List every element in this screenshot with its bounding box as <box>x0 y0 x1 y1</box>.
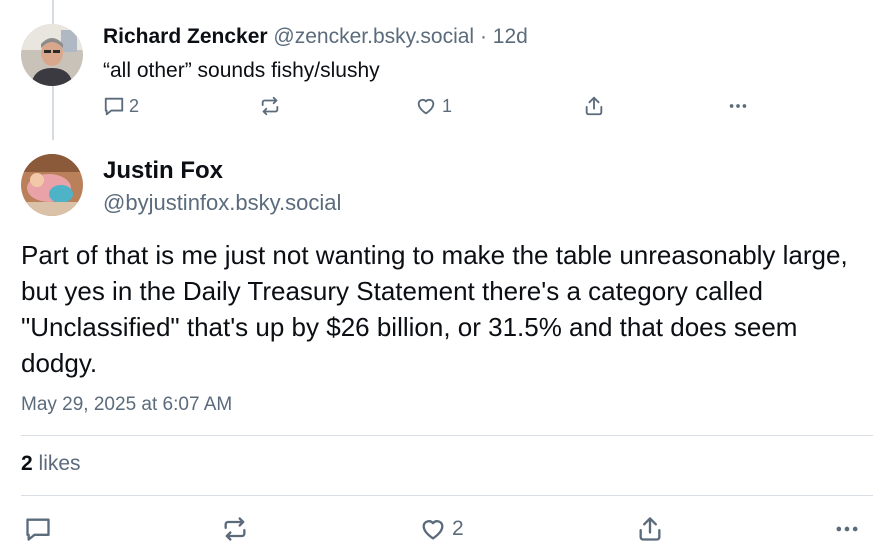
comment-bubble-icon <box>103 95 125 117</box>
likes-count: 2 <box>21 452 33 475</box>
likes-label: likes <box>38 452 81 475</box>
post-author-handle[interactable]: @byjustinfox.bsky.social <box>103 189 341 217</box>
likes-summary[interactable]: 2 likes <box>21 452 81 476</box>
reply-share-button[interactable] <box>583 95 605 117</box>
ellipsis-icon <box>726 95 750 117</box>
heart-icon <box>414 95 438 117</box>
reply-more-button[interactable] <box>726 95 750 117</box>
post-body-text: Part of that is me just not wanting to m… <box>21 240 848 378</box>
share-upload-icon <box>636 515 664 543</box>
avatar-richard-zencker[interactable] <box>21 24 83 86</box>
share-upload-icon <box>583 95 605 117</box>
parent-reply[interactable]: Richard Zencker @zencker.bsky.social · 1… <box>0 0 884 140</box>
repost-arrows-icon <box>258 95 282 117</box>
reply-age[interactable]: 12d <box>493 25 528 48</box>
reply-author-name[interactable]: Richard Zencker <box>103 25 268 48</box>
reply-like-button[interactable]: 1 <box>414 95 452 117</box>
heart-icon <box>418 515 448 543</box>
reply-like-count: 1 <box>442 95 453 116</box>
post-author-name[interactable]: Justin Fox <box>103 157 223 185</box>
repost-arrows-icon <box>220 515 250 543</box>
reply-action-bar: 2 1 <box>0 95 884 125</box>
reply-repost-button[interactable] <box>258 95 282 117</box>
post-action-bar: 2 <box>0 515 884 545</box>
post-comment-button[interactable] <box>24 515 52 543</box>
post-timestamp: May 29, 2025 at 6:07 AM <box>21 394 233 415</box>
post-like-button[interactable]: 2 <box>418 515 464 543</box>
main-post: Justin Fox @byjustinfox.bsky.social Part… <box>0 140 884 558</box>
post-more-button[interactable] <box>832 515 862 543</box>
comment-bubble-icon <box>24 515 52 543</box>
reply-comment-button[interactable]: 2 <box>103 95 139 117</box>
ellipsis-icon <box>832 515 862 543</box>
divider-bottom <box>21 495 873 496</box>
divider-top <box>21 435 873 436</box>
avatar-justin-fox[interactable] <box>21 154 83 216</box>
post-share-button[interactable] <box>636 515 664 543</box>
post-like-count: 2 <box>452 517 464 540</box>
reply-header: Richard Zencker @zencker.bsky.social · 1… <box>103 24 528 50</box>
reply-comment-count: 2 <box>129 95 140 116</box>
separator-dot: · <box>479 25 487 48</box>
reply-author-handle[interactable]: @zencker.bsky.social <box>273 25 474 48</box>
reply-text: “all other” sounds fishy/slushy <box>103 59 380 82</box>
post-repost-button[interactable] <box>220 515 250 543</box>
